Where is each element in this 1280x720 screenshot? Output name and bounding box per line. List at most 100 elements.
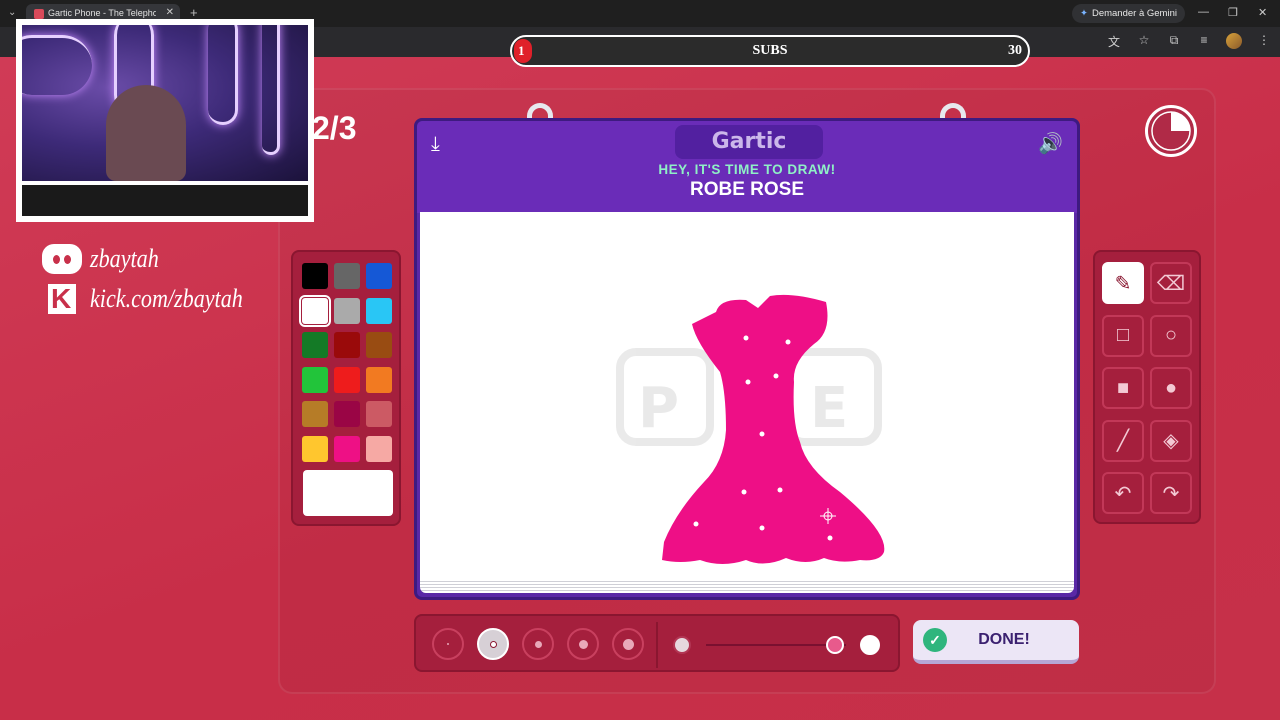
discord-handle: zbaytah (42, 244, 171, 274)
toolbar-icons: 文 ☆ ⧉ ≡ ⋮ (1106, 33, 1272, 50)
streamer-figure (106, 85, 186, 181)
translate-icon[interactable]: 文 (1106, 33, 1122, 50)
tab-close-icon[interactable]: ✕ (166, 7, 174, 18)
color-swatch[interactable] (302, 366, 328, 393)
fill-bucket-tool-button[interactable]: ◈ (1150, 419, 1192, 462)
ellipse-outline-icon: ○ (1164, 324, 1178, 346)
download-icon[interactable]: ⤓ (431, 133, 440, 156)
color-swatch[interactable] (299, 294, 331, 327)
color-swatch[interactable] (366, 332, 392, 358)
drawing-canvas[interactable]: P E (420, 212, 1074, 590)
gemini-label: Demander à Gemini (1091, 8, 1177, 19)
rectangle-outline-icon: □ (1116, 324, 1130, 346)
rectangle-filled-tool-button[interactable]: ■ (1102, 367, 1144, 409)
kick-icon (48, 284, 76, 314)
color-swatch[interactable] (334, 401, 360, 427)
webcam-frame-bottom (22, 185, 308, 216)
fill-bucket-icon: ◈ (1163, 430, 1179, 452)
color-swatch[interactable] (334, 297, 360, 324)
brush-size-button[interactable] (612, 628, 644, 660)
discord-handle-text: zbaytah (90, 244, 159, 273)
eraser-icon: ⌫ (1156, 272, 1186, 295)
extensions-icon[interactable]: ⧉ (1166, 33, 1182, 50)
menu-kebab-icon[interactable]: ⋮ (1256, 33, 1272, 50)
rectangle-outline-tool-button[interactable]: □ (1102, 314, 1144, 357)
brush-size-button[interactable] (567, 628, 599, 660)
brush-size-panel (414, 614, 900, 672)
notebook-header: ⤓ Gartic HEY, IT'S TIME TO DRAW! ROBE RO… (417, 121, 1077, 213)
line-tool-button[interactable]: ╱ (1102, 419, 1144, 462)
round-timer-icon (1145, 105, 1197, 157)
neon-light (262, 25, 280, 155)
brush-dot-icon (490, 641, 496, 647)
canvas-drawing: P E (616, 294, 885, 564)
color-swatch[interactable] (366, 263, 392, 289)
bookmark-star-icon[interactable]: ☆ (1136, 33, 1152, 50)
color-swatch[interactable] (334, 263, 360, 289)
rectangle-filled-icon: ■ (1116, 376, 1130, 399)
ellipse-outline-tool-button[interactable]: ○ (1150, 314, 1192, 357)
tab-list-chevron-icon[interactable]: ⌄ (8, 7, 16, 18)
color-swatch[interactable] (334, 332, 360, 358)
color-palette (291, 250, 401, 526)
brush-size-button[interactable] (522, 628, 554, 660)
drawing-notebook: ⤓ Gartic HEY, IT'S TIME TO DRAW! ROBE RO… (414, 118, 1080, 600)
draw-prompt: HEY, IT'S TIME TO DRAW! (658, 162, 836, 177)
brush-dot-icon (622, 638, 634, 650)
line-icon: ╱ (1116, 430, 1130, 452)
color-swatch[interactable] (302, 263, 328, 289)
panel-divider (656, 622, 658, 668)
svg-text:E: E (810, 376, 848, 441)
webcam-overlay (16, 19, 314, 222)
neon-light (208, 25, 238, 125)
brush-size-button[interactable] (432, 628, 464, 660)
redo-icon: ↷ (1162, 482, 1180, 505)
ellipse-filled-tool-button[interactable]: ● (1150, 367, 1192, 409)
undo-icon: ↶ (1114, 482, 1132, 505)
color-swatch[interactable] (302, 435, 328, 462)
profile-avatar[interactable] (1226, 33, 1242, 49)
kick-handle: kick.com/zbaytah (42, 284, 270, 314)
color-swatch[interactable] (302, 401, 328, 427)
new-tab-button[interactable]: + (190, 5, 198, 20)
redo-tool-button[interactable]: ↷ (1150, 472, 1192, 514)
minimize-icon[interactable]: — (1198, 6, 1209, 18)
color-swatch[interactable] (366, 435, 392, 462)
tab-favicon-icon (34, 9, 44, 19)
color-swatch[interactable] (366, 366, 392, 393)
color-swatch[interactable] (334, 366, 360, 393)
subs-goal-bar: 1 SUBS 30 (510, 35, 1030, 67)
pencil-icon: ✎ (1114, 272, 1132, 295)
brush-size-button[interactable] (477, 628, 509, 660)
color-swatch[interactable] (302, 332, 328, 358)
media-icon[interactable]: ≡ (1196, 33, 1212, 50)
discord-icon (42, 244, 82, 274)
color-swatch[interactable] (366, 401, 392, 427)
gartic-logo: Gartic (675, 125, 823, 159)
opacity-slider-track[interactable] (706, 644, 846, 646)
done-button[interactable]: ✓ DONE! (913, 620, 1079, 664)
opacity-slider-handle[interactable] (826, 636, 844, 654)
brush-dot-icon (447, 643, 449, 645)
eraser-tool-button[interactable]: ⌫ (1150, 262, 1192, 304)
restore-icon[interactable]: ❐ (1228, 6, 1238, 19)
volume-icon[interactable]: 🔊 (1038, 131, 1063, 156)
brush-dot-icon (578, 639, 588, 649)
gemini-button[interactable]: ✦ Demander à Gemini (1072, 4, 1185, 23)
opacity-min-icon (673, 636, 691, 654)
close-window-icon[interactable]: ✕ (1258, 6, 1267, 19)
round-counter: 2/3 (312, 110, 357, 146)
current-color-swatch (303, 470, 393, 516)
svg-text:P: P (638, 376, 679, 441)
gemini-sparkle-icon: ✦ (1080, 8, 1088, 19)
word-to-draw: ROBE ROSE (689, 179, 805, 200)
pencil-tool-button[interactable]: ✎ (1102, 262, 1144, 304)
color-swatch[interactable] (334, 435, 360, 462)
color-swatch[interactable] (366, 297, 392, 324)
webcam-video (22, 25, 308, 181)
opacity-max-icon (860, 635, 880, 655)
subs-target: 30 (1008, 43, 1022, 58)
drawing-tools: ✎ ⌫ □ ○ ■ ● ╱ ◈ ↶ ↷ (1093, 250, 1201, 524)
check-badge-icon: ✓ (923, 628, 947, 652)
undo-tool-button[interactable]: ↶ (1102, 472, 1144, 514)
